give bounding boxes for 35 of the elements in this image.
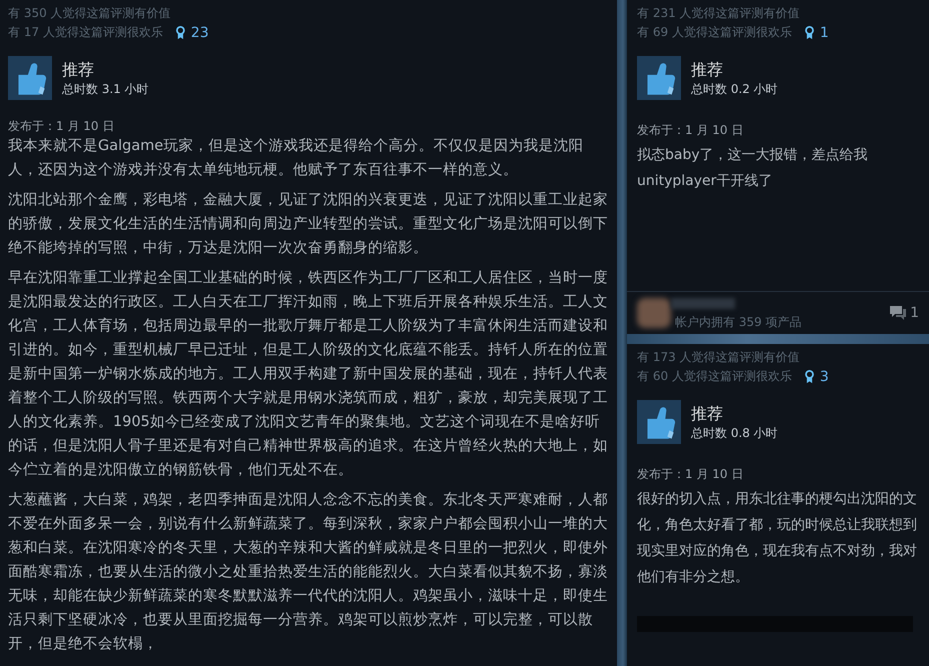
post-date: 发布于：1 月 10 日: [637, 466, 744, 482]
post-date: 发布于：1 月 10 日: [637, 122, 744, 138]
owned-products: 帐户内拥有 359 项产品: [675, 314, 802, 331]
helpful-count: 有 231 人觉得这篇评测有价值: [637, 5, 801, 22]
funny-count: 有 69 人觉得这篇评测很欢乐: [637, 24, 792, 41]
award-count: 3: [820, 368, 829, 384]
verdict-title: 推荐: [691, 59, 724, 81]
blurred-username: [671, 298, 735, 310]
review-paragraph: 沈阳北站那个金鹰，彩电塔，金融大厦，见证了沈阳的兴衰更迭，见证了沈阳以重工业起家的骄傲，发展文化生活的生活情调和向周边产业转型的尝试。重型文化广场是沈阳可以倒下绝不能垮掉的写照，中街，万达是沈阳一次次奋勇翻身的缩影。: [8, 190, 609, 258]
award-count: 23: [190, 24, 209, 40]
funny-count: 有 17 人觉得这篇评测很欢乐: [8, 24, 163, 41]
playtime: 总时数 0.8 小时: [691, 425, 778, 441]
review-paragraph: 很好的切入点，用东北往事的梗勾出沈阳的文化，角色太好看了都，玩的时候总让我联想到现实里对应的角色，现在我有点不对劲，我对他们有非分之想。: [637, 490, 918, 587]
funny-count: 有 60 人觉得这篇评测很欢乐: [637, 368, 792, 385]
comment-count: 1: [910, 305, 919, 322]
verdict-title: 推荐: [691, 403, 724, 425]
helpful-count: 有 173 人觉得这篇评测有价值: [637, 349, 801, 366]
thumbs-up-icon: [637, 56, 681, 100]
verdict-title: 推荐: [62, 59, 95, 81]
playtime: 总时数 0.2 小时: [691, 81, 778, 97]
review-paragraph: 大葱蘸酱，大白菜，鸡架，老四季抻面是沈阳人念念不忘的美食。东北冬天严寒难耐，人都不爱在外面多呆一会，别说有什么新鲜蔬菜了。每到深秋，家家户户都会囤积小山一堆的大葱和白菜。在沈阳寒冷的冬天里，大葱的辛辣和大酱的鲜咸就是冬日里的一把烈火，即使外面酷寒霜冻，也要从生活的微小之处重拾热爱生活的能能烈火。大白菜看似其貌不扬，寡淡无味，却能在缺少新鲜蔬菜的寒冬默默滋养一代代的沈阳人。鸡架虽小，滋味十足，即使生活只剩下坚硬冰冷，也要从里面挖掘每一分营养。鸡架可以煎炒烹炸，可以完整，可以散开，但是绝不会软榻，: [8, 490, 609, 654]
helpful-count: 有 350 人觉得这篇评测有价值: [8, 5, 172, 22]
review-paragraph: 早在沈阳靠重工业撑起全国工业基础的时候，铁西区作为工厂厂区和工人居住区，当时一度是沈阳最发达的行政区。工人白天在工厂挥汗如雨，晚上下班后开展各种娱乐生活。工人文化宫，工人体育场，包括周边最早的一批歌厅舞厅都是工人阶级为了丰富休闲生活而建设和引进的。如今，重型机械厂早已迁址，但是工人阶级的文化底蕴不能丢。持钎人所在的位置是新中国第一炉钢水炼成的地方。工人用双手构建了新中国发展的基础，现在，持钎人代表着整个工人阶级的写照。铁西两个大字就是用钢水浇筑而成，粗犷，豪放，却完美展现了工人的文化素养。1905如今已经变成了沈阳文艺青年的聚集地。文艺这个词现在不是啥好听的话，但是沈阳人骨子里还是有对自己精神世界极高的追求。在这片曾经火热的大地上，如今伫立着的是沈阳傲立的钢筋铁骨，他们无处不在。: [8, 268, 609, 480]
award-count: 1: [820, 24, 829, 40]
comment-icon: [889, 305, 908, 322]
thumbs-up-icon: [637, 400, 681, 444]
playtime: 总时数 3.1 小时: [62, 81, 149, 97]
award-icon: [804, 370, 815, 384]
review-paragraph: 我本来就不是Galgame玩家，但是这个游戏我还是得给个高分。不仅仅是因为我是沈阳人，还因为这个游戏并没有太单纯地玩梗。他赋予了东百往事不一样的意义。: [8, 136, 584, 180]
award-icon: [174, 26, 186, 40]
thumbs-up-icon: [8, 56, 52, 100]
post-date: 发布于：1 月 10 日: [8, 118, 116, 134]
avatar: [637, 298, 671, 328]
review-paragraph: 拟态baby了，这一大报错，差点给我unityplayer干开线了: [637, 146, 869, 191]
award-icon: [804, 26, 815, 40]
